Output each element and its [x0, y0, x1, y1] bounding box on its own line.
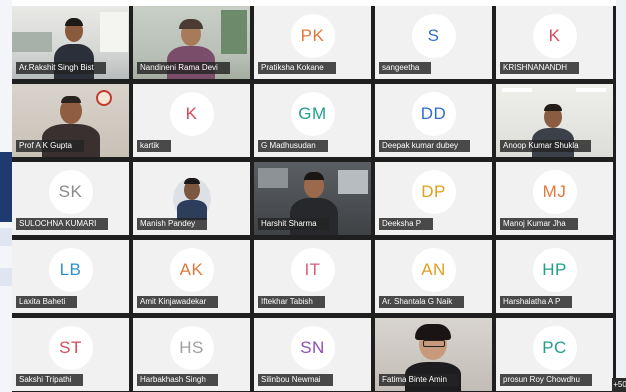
participant-name: G Madhusudan: [258, 140, 328, 152]
participant-avatar: SN: [290, 326, 335, 370]
participant-name: Fatima Binte Amin: [379, 374, 459, 386]
participant-name: Manish Pandey: [137, 218, 208, 230]
participant-tile[interactable]: HP Harshalatha A P: [496, 240, 613, 313]
participant-tile[interactable]: Fatima Binte Amin: [375, 318, 492, 391]
participant-tile[interactable]: AN Ar. Shantala G Naik: [375, 240, 492, 313]
participant-avatar: PC: [532, 326, 577, 370]
participant-hair: [65, 18, 83, 26]
participant-tile[interactable]: Nandineni Rama Devi: [133, 6, 250, 79]
participant-tile[interactable]: Harshit Sharma: [254, 162, 371, 235]
ceiling-light: [502, 88, 532, 92]
participant-avatar: IT: [290, 248, 335, 292]
participant-avatar: DD: [411, 92, 456, 136]
participant-tile[interactable]: DD Deepak kumar dubey: [375, 84, 492, 157]
participant-tile[interactable]: LB Laxita Baheti: [12, 240, 129, 313]
participant-hair: [304, 172, 324, 180]
participant-avatar: GM: [290, 92, 335, 136]
participant-tile[interactable]: S sangeetha: [375, 6, 492, 79]
participant-name: Amit Kinjawadekar: [137, 296, 219, 308]
participant-name: Iftekhar Tabish: [258, 296, 325, 308]
participant-name: Manoj Kumar Jha: [500, 218, 578, 230]
participant-tile[interactable]: Manish Pandey: [133, 162, 250, 235]
participant-name: SULOCHNA KUMARI: [16, 218, 109, 230]
participant-tile[interactable]: MJ Manoj Kumar Jha: [496, 162, 613, 235]
participant-tile[interactable]: GM G Madhusudan: [254, 84, 371, 157]
right-strip-band: [616, 0, 626, 392]
background-plant: [221, 10, 247, 54]
participant-name: sangeetha: [379, 62, 432, 74]
background-monitor: [258, 168, 288, 188]
participant-name: Harbakhash Singh: [137, 374, 218, 386]
participant-name: Prof A K Gupta: [16, 140, 84, 152]
participant-avatar: ST: [48, 326, 93, 370]
participant-tile[interactable]: SK SULOCHNA KUMARI: [12, 162, 129, 235]
window: [100, 12, 128, 52]
participant-avatar: S: [411, 14, 456, 58]
participant-name: KRISHNANANDH: [500, 62, 580, 74]
participant-name: prosun Roy Chowdhu: [500, 374, 592, 386]
participant-name: Deepak kumar dubey: [379, 140, 471, 152]
participant-avatar: SK: [48, 170, 93, 214]
participant-avatar: AN: [411, 248, 456, 292]
participant-avatar: MJ: [532, 170, 577, 214]
participant-name: Harshalatha A P: [500, 296, 573, 308]
left-strip-band: [0, 228, 12, 246]
participant-avatar: DP: [411, 170, 456, 214]
participant-name: Nandineni Rama Devi: [137, 62, 230, 74]
participant-gallery: Ar.Rakshit Singh Bist Nandineni Rama Dev…: [12, 6, 626, 392]
participant-avatar: K: [169, 92, 214, 136]
eyeglasses: [423, 340, 445, 347]
participant-avatar: K: [532, 14, 577, 58]
participant-tile[interactable]: K KRISHNANANDH: [496, 6, 613, 79]
office-background: [12, 32, 52, 52]
right-background-strip: [616, 0, 626, 392]
participant-avatar: LB: [48, 248, 93, 292]
participant-tile[interactable]: Ar.Rakshit Singh Bist: [12, 6, 129, 79]
participant-name: kartik: [137, 140, 172, 152]
participant-tile[interactable]: DP Deeksha P: [375, 162, 492, 235]
wall-clock: [96, 90, 112, 106]
participant-name: Ar. Shantala G Naik: [379, 296, 465, 308]
participant-name: Pratiksha Kokane: [258, 62, 336, 74]
left-strip-band: [0, 268, 12, 286]
ceiling-light: [576, 88, 606, 92]
left-strip-band: [0, 152, 12, 222]
participant-tile[interactable]: PC prosun Roy Chowdhu: [496, 318, 613, 391]
participant-name: Anoop Kumar Shukla: [500, 140, 591, 152]
participant-tile[interactable]: Prof A K Gupta: [12, 84, 129, 157]
participant-hair: [184, 178, 200, 184]
participant-name: Silinbou Newmai: [258, 374, 333, 386]
participant-tile[interactable]: SN Silinbou Newmai: [254, 318, 371, 391]
participant-avatar: PK: [290, 14, 335, 58]
participant-tile[interactable]: K kartik: [133, 84, 250, 157]
participant-body: [177, 200, 207, 220]
participant-name: Deeksha P: [379, 218, 434, 230]
participant-name: Ar.Rakshit Singh Bist: [16, 62, 106, 74]
participant-tile[interactable]: PK Pratiksha Kokane: [254, 6, 371, 79]
more-participants-button[interactable]: +50: [612, 378, 626, 392]
participant-tile[interactable]: AK Amit Kinjawadekar: [133, 240, 250, 313]
participant-tile[interactable]: Anoop Kumar Shukla: [496, 84, 613, 157]
participant-name: Laxita Baheti: [16, 296, 78, 308]
participant-name: Sakshi Tripathi: [16, 374, 84, 386]
participant-avatar: HS: [169, 326, 214, 370]
participant-avatar: HP: [532, 248, 577, 292]
participant-hair: [415, 324, 451, 340]
participant-name: Harshit Sharma: [258, 218, 329, 230]
participant-avatar: AK: [169, 248, 214, 292]
background-window: [338, 170, 368, 194]
participant-tile[interactable]: HS Harbakhash Singh: [133, 318, 250, 391]
left-background-strip: [0, 0, 12, 392]
participant-hair: [179, 19, 203, 29]
participant-tile[interactable]: IT Iftekhar Tabish: [254, 240, 371, 313]
participant-hair: [61, 96, 81, 103]
participant-hair: [544, 104, 562, 111]
participant-tile[interactable]: ST Sakshi Tripathi: [12, 318, 129, 391]
